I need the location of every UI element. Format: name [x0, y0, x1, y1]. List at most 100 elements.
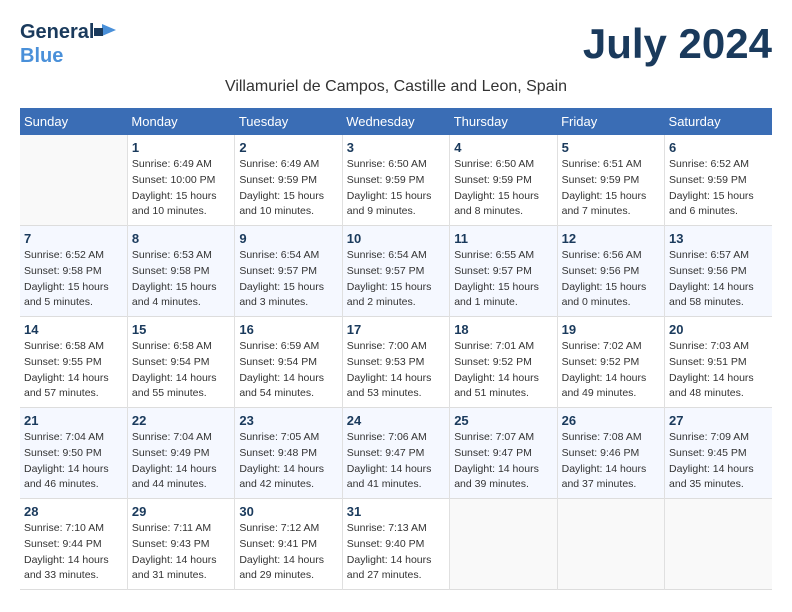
- calendar-cell: 22 Sunrise: 7:04 AMSunset: 9:49 PMDayligh…: [127, 408, 234, 499]
- day-number: 6: [669, 140, 768, 155]
- calendar-cell: [557, 499, 664, 590]
- day-info: Sunrise: 6:58 AMSunset: 9:55 PMDaylight:…: [24, 339, 123, 402]
- day-number: 1: [132, 140, 230, 155]
- day-number: 31: [347, 504, 445, 519]
- weekday-header: Thursday: [450, 108, 557, 135]
- day-number: 13: [669, 231, 768, 246]
- day-info: Sunrise: 6:57 AMSunset: 9:56 PMDaylight:…: [669, 248, 768, 311]
- logo: General Blue: [20, 20, 116, 68]
- calendar-cell: 16Sunrise: 6:59 AMSunset: 9:54 PMDayligh…: [235, 317, 342, 408]
- day-info: Sunrise: 6:49 AMSunset: 9:59 PMDaylight:…: [239, 157, 337, 220]
- calendar-cell: 10 Sunrise: 6:54 AMSunset: 9:57 PMDayligh…: [342, 226, 449, 317]
- calendar-cell: 24 Sunrise: 7:06 AMSunset: 9:47 PMDayligh…: [342, 408, 449, 499]
- calendar-cell: 31 Sunrise: 7:13 AMSunset: 9:40 PMDayligh…: [342, 499, 449, 590]
- day-number: 20: [669, 322, 768, 337]
- day-info: Sunrise: 6:55 AMSunset: 9:57 PMDaylight:…: [454, 248, 552, 311]
- weekday-header: Friday: [557, 108, 664, 135]
- calendar-week-row: 7 Sunrise: 6:52 AMSunset: 9:58 PMDaylight…: [20, 226, 772, 317]
- day-number: 5: [562, 140, 660, 155]
- calendar-cell: 9Sunrise: 6:54 AMSunset: 9:57 PMDaylight…: [235, 226, 342, 317]
- calendar-week-row: 21Sunrise: 7:04 AMSunset: 9:50 PMDayligh…: [20, 408, 772, 499]
- day-info: Sunrise: 7:07 AMSunset: 9:47 PMDaylight:…: [454, 430, 552, 493]
- calendar-cell: [20, 135, 127, 226]
- weekday-header: Monday: [127, 108, 234, 135]
- calendar-header-row: SundayMondayTuesdayWednesdayThursdayFrid…: [20, 108, 772, 135]
- day-number: 4: [454, 140, 552, 155]
- day-number: 10: [347, 231, 445, 246]
- day-number: 11: [454, 231, 552, 246]
- day-number: 14: [24, 322, 123, 337]
- calendar-cell: 6Sunrise: 6:52 AMSunset: 9:59 PMDaylight…: [665, 135, 772, 226]
- day-info: Sunrise: 7:12 AMSunset: 9:41 PMDaylight:…: [239, 521, 337, 584]
- logo-text: General: [20, 20, 116, 44]
- day-info: Sunrise: 6:50 AMSunset: 9:59 PMDaylight:…: [454, 157, 552, 220]
- calendar-cell: 26 Sunrise: 7:08 AMSunset: 9:46 PMDayligh…: [557, 408, 664, 499]
- calendar-cell: 21Sunrise: 7:04 AMSunset: 9:50 PMDayligh…: [20, 408, 127, 499]
- calendar-cell: 18Sunrise: 7:01 AMSunset: 9:52 PMDayligh…: [450, 317, 557, 408]
- day-info: Sunrise: 6:54 AMSunset: 9:57 PMDaylight:…: [239, 248, 337, 311]
- day-number: 17: [347, 322, 445, 337]
- day-number: 12: [562, 231, 660, 246]
- day-info: Sunrise: 6:56 AMSunset: 9:56 PMDaylight:…: [562, 248, 660, 311]
- weekday-header: Saturday: [665, 108, 772, 135]
- day-info: Sunrise: 7:00 AMSunset: 9:53 PMDaylight:…: [347, 339, 445, 402]
- title-section: July 2024: [583, 20, 772, 68]
- calendar-cell: 1Sunrise: 6:49 AMSunset: 10:00 PMDayligh…: [127, 135, 234, 226]
- logo-subtext: Blue: [20, 44, 116, 68]
- day-number: 3: [347, 140, 445, 155]
- day-info: Sunrise: 6:51 AMSunset: 9:59 PMDaylight:…: [562, 157, 660, 220]
- day-number: 2: [239, 140, 337, 155]
- calendar-week-row: 1Sunrise: 6:49 AMSunset: 10:00 PMDayligh…: [20, 135, 772, 226]
- location-text: Villamuriel de Campos, Castille and Leon…: [20, 78, 772, 96]
- calendar-cell: 14 Sunrise: 6:58 AMSunset: 9:55 PMDayligh…: [20, 317, 127, 408]
- calendar-cell: 27 Sunrise: 7:09 AMSunset: 9:45 PMDayligh…: [665, 408, 772, 499]
- day-number: 7: [24, 231, 123, 246]
- weekday-header: Tuesday: [235, 108, 342, 135]
- day-number: 24: [347, 413, 445, 428]
- day-info: Sunrise: 7:13 AMSunset: 9:40 PMDaylight:…: [347, 521, 445, 584]
- day-info: Sunrise: 7:06 AMSunset: 9:47 PMDaylight:…: [347, 430, 445, 493]
- day-number: 27: [669, 413, 768, 428]
- calendar-cell: 11 Sunrise: 6:55 AMSunset: 9:57 PMDayligh…: [450, 226, 557, 317]
- calendar-cell: [450, 499, 557, 590]
- calendar-cell: [665, 499, 772, 590]
- day-number: 23: [239, 413, 337, 428]
- day-info: Sunrise: 6:50 AMSunset: 9:59 PMDaylight:…: [347, 157, 445, 220]
- day-number: 8: [132, 231, 230, 246]
- calendar-cell: 13 Sunrise: 6:57 AMSunset: 9:56 PMDayligh…: [665, 226, 772, 317]
- calendar-cell: 25 Sunrise: 7:07 AMSunset: 9:47 PMDayligh…: [450, 408, 557, 499]
- day-number: 28: [24, 504, 123, 519]
- calendar-cell: 4 Sunrise: 6:50 AMSunset: 9:59 PMDaylight…: [450, 135, 557, 226]
- day-number: 18: [454, 322, 552, 337]
- day-info: Sunrise: 7:03 AMSunset: 9:51 PMDaylight:…: [669, 339, 768, 402]
- calendar-cell: 15 Sunrise: 6:58 AMSunset: 9:54 PMDayligh…: [127, 317, 234, 408]
- day-info: Sunrise: 7:05 AMSunset: 9:48 PMDaylight:…: [239, 430, 337, 493]
- day-info: Sunrise: 6:54 AMSunset: 9:57 PMDaylight:…: [347, 248, 445, 311]
- day-number: 26: [562, 413, 660, 428]
- day-number: 30: [239, 504, 337, 519]
- day-info: Sunrise: 7:04 AMSunset: 9:49 PMDaylight:…: [132, 430, 230, 493]
- day-info: Sunrise: 6:52 AMSunset: 9:58 PMDaylight:…: [24, 248, 123, 311]
- calendar-cell: 28Sunrise: 7:10 AMSunset: 9:44 PMDayligh…: [20, 499, 127, 590]
- calendar-cell: 8Sunrise: 6:53 AMSunset: 9:58 PMDaylight…: [127, 226, 234, 317]
- weekday-header: Sunday: [20, 108, 127, 135]
- day-info: Sunrise: 7:11 AMSunset: 9:43 PMDaylight:…: [132, 521, 230, 584]
- day-info: Sunrise: 7:02 AMSunset: 9:52 PMDaylight:…: [562, 339, 660, 402]
- day-info: Sunrise: 7:08 AMSunset: 9:46 PMDaylight:…: [562, 430, 660, 493]
- calendar-cell: 23 Sunrise: 7:05 AMSunset: 9:48 PMDayligh…: [235, 408, 342, 499]
- calendar-cell: 7 Sunrise: 6:52 AMSunset: 9:58 PMDaylight…: [20, 226, 127, 317]
- day-info: Sunrise: 7:09 AMSunset: 9:45 PMDaylight:…: [669, 430, 768, 493]
- calendar-week-row: 14 Sunrise: 6:58 AMSunset: 9:55 PMDayligh…: [20, 317, 772, 408]
- month-title: July 2024: [583, 20, 772, 68]
- calendar-table: SundayMondayTuesdayWednesdayThursdayFrid…: [20, 108, 772, 590]
- day-number: 15: [132, 322, 230, 337]
- day-info: Sunrise: 6:58 AMSunset: 9:54 PMDaylight:…: [132, 339, 230, 402]
- calendar-cell: 19 Sunrise: 7:02 AMSunset: 9:52 PMDayligh…: [557, 317, 664, 408]
- calendar-cell: 29Sunrise: 7:11 AMSunset: 9:43 PMDayligh…: [127, 499, 234, 590]
- day-number: 19: [562, 322, 660, 337]
- calendar-cell: 2 Sunrise: 6:49 AMSunset: 9:59 PMDaylight…: [235, 135, 342, 226]
- calendar-cell: 17 Sunrise: 7:00 AMSunset: 9:53 PMDayligh…: [342, 317, 449, 408]
- day-number: 22: [132, 413, 230, 428]
- day-number: 25: [454, 413, 552, 428]
- calendar-cell: 3 Sunrise: 6:50 AMSunset: 9:59 PMDaylight…: [342, 135, 449, 226]
